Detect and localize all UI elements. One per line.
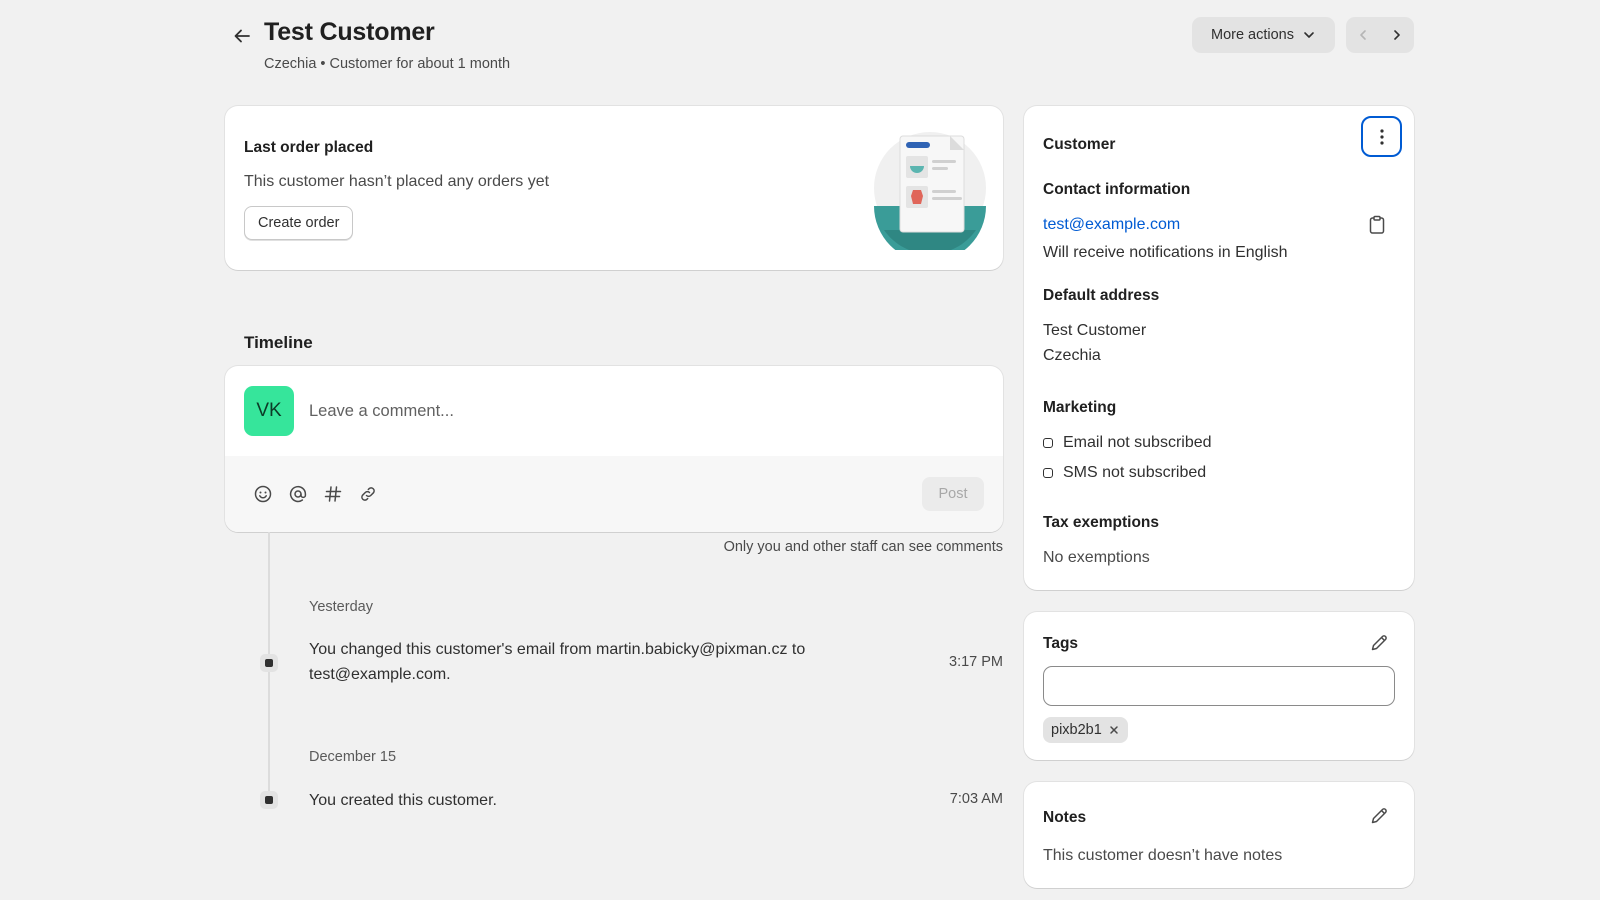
customer-email-link[interactable]: test@example.com [1043,216,1180,234]
chevron-right-icon [1394,30,1400,40]
timeline-heading: Timeline [244,333,313,352]
customer-card: Customer Contact information test@exampl… [1024,106,1414,590]
marketing-sms-label: SMS not subscribed [1063,464,1207,481]
tags-card: Tags pixb2b1 [1024,612,1414,760]
timeline-event-time: 7:03 AM [949,791,1003,807]
link-icon[interactable] [356,482,380,506]
empty-orders-illustration [870,130,990,262]
tax-exemptions-value: No exemptions [1043,549,1150,566]
record-pager [1346,17,1414,53]
close-icon [1110,726,1118,734]
more-actions-button[interactable]: More actions [1192,17,1335,53]
address-country: Czechia [1043,347,1101,364]
contact-info-heading: Contact information [1043,181,1191,198]
arrow-left-icon [234,29,250,43]
timeline-event-text: You changed this customer's email from m… [309,637,899,687]
create-order-button[interactable]: Create order [244,206,354,240]
page-subtitle: Czechia • Customer for about 1 month [264,56,511,72]
comment-toolbar: Post [225,456,1003,532]
mention-icon[interactable] [286,482,310,506]
hashtag-icon[interactable] [321,482,345,506]
marketing-sms-status: SMS not subscribed [1043,464,1206,482]
timeline-event-time: 3:17 PM [949,654,1003,670]
more-actions-label: More actions [1210,27,1294,43]
timeline-event-text-line: test@example.com. [309,666,451,683]
back-button[interactable] [228,22,256,50]
timeline-event-dot [260,791,278,809]
previous-customer-button[interactable] [1346,17,1380,53]
last-order-title: Last order placed [244,139,374,156]
customer-menu-button[interactable] [1361,116,1402,157]
chevron-down-icon [1304,32,1314,38]
next-customer-button[interactable] [1380,17,1414,53]
customer-card-title: Customer [1043,136,1116,153]
comment-input[interactable] [309,390,909,432]
emoji-icon[interactable] [251,482,275,506]
marketing-email-status: Email not subscribed [1043,434,1212,452]
page-title: Test Customer [264,18,435,46]
last-order-message: This customer hasn’t placed any orders y… [244,173,550,190]
unsubscribed-indicator-icon [1043,468,1053,478]
default-address-heading: Default address [1043,287,1160,304]
marketing-heading: Marketing [1043,399,1117,416]
remove-tag-button[interactable] [1108,724,1120,736]
clipboard-icon [1369,215,1385,234]
unsubscribed-indicator-icon [1043,438,1053,448]
comment-visibility-note: Only you and other staff can see comment… [723,539,1003,555]
timeline-event-dot [260,654,278,672]
tax-exemptions-heading: Tax exemptions [1043,514,1160,531]
address-name: Test Customer [1043,322,1147,339]
marketing-email-label: Email not subscribed [1063,434,1212,451]
tags-title: Tags [1043,635,1079,652]
timeline-event-text: You created this customer. [309,792,497,809]
tags-input[interactable] [1043,666,1395,706]
notes-message: This customer doesn’t have notes [1043,847,1283,864]
edit-tags-button[interactable] [1367,631,1391,655]
timeline-date: Yesterday [309,599,373,615]
pencil-icon [1371,808,1387,824]
copy-email-button[interactable] [1367,214,1387,241]
post-button[interactable]: Post [922,477,984,511]
edit-notes-button[interactable] [1367,804,1391,828]
more-vertical-icon [1379,128,1384,145]
pencil-icon [1371,635,1387,651]
comment-composer: VK Post [225,366,1003,532]
last-order-card: Last order placed This customer hasn’t p… [225,106,1003,270]
tag-label: pixb2b1 [1051,722,1102,738]
avatar: VK [244,386,294,436]
timeline-event-text-line: You changed this customer's email from m… [309,641,806,658]
tag-chip: pixb2b1 [1043,717,1128,743]
notification-language: Will receive notifications in English [1043,244,1288,261]
notes-card: Notes This customer doesn’t have notes [1024,782,1414,888]
notes-title: Notes [1043,809,1087,826]
chevron-left-icon [1360,30,1366,40]
timeline-date: December 15 [309,749,397,765]
